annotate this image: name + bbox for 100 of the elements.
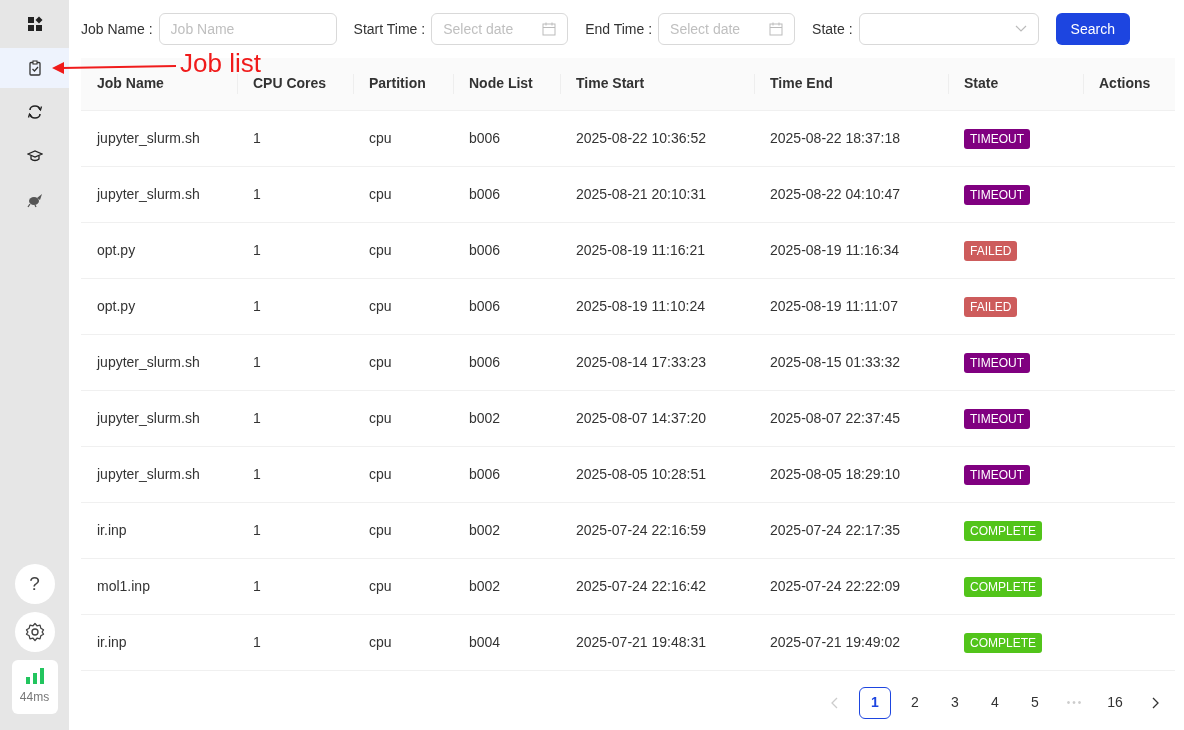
table-cell: b004	[453, 614, 560, 670]
column-header: State	[948, 58, 1083, 110]
table-cell: 2025-07-21 19:48:31	[560, 614, 754, 670]
table-cell: cpu	[353, 446, 453, 502]
column-header: Time End	[754, 58, 948, 110]
annotation-text: Job list	[180, 48, 261, 78]
table-cell: cpu	[353, 614, 453, 670]
table-cell: 2025-08-07 22:37:45	[754, 390, 948, 446]
date-field[interactable]: Select date	[431, 13, 569, 45]
state-tag: TIMEOUT	[964, 464, 1030, 485]
table-cell: mol1.inp	[81, 558, 237, 614]
table-cell: ir.inp	[81, 614, 237, 670]
column-header: Actions	[1083, 58, 1175, 110]
table-cell: jupyter_slurm.sh	[81, 390, 237, 446]
calendar-icon	[769, 22, 784, 36]
pagination-ellipsis: •••	[1065, 696, 1085, 710]
table-cell: 2025-08-19 11:10:24	[560, 278, 754, 334]
filter-label: End Time :	[585, 19, 653, 39]
state-tag: FAILED	[964, 240, 1018, 261]
page-button[interactable]: 3	[939, 686, 971, 719]
table-cell: b002	[453, 390, 560, 446]
help-button[interactable]: ?	[14, 564, 55, 604]
table-cell: 2025-07-24 22:17:35	[754, 502, 948, 558]
search-button[interactable]: Search	[1055, 13, 1130, 45]
table-cell: 2025-08-05 18:29:10	[754, 446, 948, 502]
table-cell: 2025-07-21 19:49:02	[754, 614, 948, 670]
table-cell: 2025-08-19 11:16:21	[560, 222, 754, 278]
table-cell: opt.py	[81, 222, 237, 278]
page-button[interactable]: 2	[899, 686, 931, 719]
table-cell: jupyter_slurm.sh	[81, 446, 237, 502]
date-input[interactable]: Select date	[670, 18, 770, 40]
text-input[interactable]: Job Name	[170, 18, 325, 40]
table-cell: 1	[237, 334, 353, 390]
table-cell: cpu	[353, 166, 453, 222]
table-cell: 2025-08-19 11:11:07	[754, 278, 948, 334]
table-cell: b006	[453, 334, 560, 390]
grid-icon	[26, 16, 43, 32]
table-cell: 1	[237, 446, 353, 502]
table-cell: 1	[237, 502, 353, 558]
table-cell: 2025-08-21 20:10:31	[560, 166, 754, 222]
table-cell: 1	[237, 614, 353, 670]
table-cell: b006	[453, 278, 560, 334]
clipboard-check-icon	[26, 60, 43, 76]
column-header: Partition	[353, 58, 453, 110]
state-tag: TIMEOUT	[964, 184, 1030, 205]
chevron-down-icon	[1014, 25, 1027, 33]
input-field[interactable]: Job Name	[158, 13, 337, 45]
signal-icon	[24, 668, 45, 684]
table-cell: cpu	[353, 110, 453, 166]
state-tag: TIMEOUT	[964, 128, 1030, 149]
bird-icon	[26, 192, 43, 208]
column-header: Time Start	[560, 58, 754, 110]
table-cell: cpu	[353, 502, 453, 558]
table-cell: 2025-08-22 10:36:52	[560, 110, 754, 166]
chevron-left-icon	[831, 696, 839, 709]
table-cell: 2025-07-24 22:22:09	[754, 558, 948, 614]
state-tag: COMPLETE	[964, 576, 1042, 597]
table-cell: ir.inp	[81, 502, 237, 558]
table-cell: 2025-07-24 22:16:42	[560, 558, 754, 614]
column-header: Node List	[453, 58, 560, 110]
table-cell: b006	[453, 110, 560, 166]
table-cell: 1	[237, 166, 353, 222]
table-cell: 1	[237, 278, 353, 334]
settings-button[interactable]	[14, 612, 55, 652]
filter-label: State :	[812, 19, 853, 39]
table-cell: b002	[453, 502, 560, 558]
filter-label: Job Name :	[81, 19, 153, 39]
table-cell: cpu	[353, 390, 453, 446]
gear-icon	[24, 622, 45, 642]
table-cell: b006	[453, 166, 560, 222]
table-cell: b006	[453, 446, 560, 502]
table-cell: 1	[237, 558, 353, 614]
cap-icon	[26, 148, 43, 164]
date-input[interactable]: Select date	[443, 18, 543, 40]
date-field[interactable]: Select date	[658, 13, 796, 45]
page-button[interactable]: 4	[979, 686, 1011, 719]
table-cell: 1	[237, 110, 353, 166]
table-cell: 2025-08-22 04:10:47	[754, 166, 948, 222]
state-tag: COMPLETE	[964, 520, 1042, 541]
table-cell: 2025-08-15 01:33:32	[754, 334, 948, 390]
page-button[interactable]: 1	[859, 686, 891, 719]
table-cell: 1	[237, 222, 353, 278]
calendar-icon	[542, 22, 557, 36]
page-button[interactable]: 16	[1099, 686, 1131, 719]
table-cell: 2025-08-14 17:33:23	[560, 334, 754, 390]
table-cell: cpu	[353, 558, 453, 614]
page-button[interactable]: 5	[1019, 686, 1051, 719]
table-cell: 2025-07-24 22:16:59	[560, 502, 754, 558]
table-cell: jupyter_slurm.sh	[81, 110, 237, 166]
table-cell: b006	[453, 222, 560, 278]
chevron-right-icon	[1151, 696, 1159, 709]
state-tag: TIMEOUT	[964, 352, 1030, 373]
table-cell: b002	[453, 558, 560, 614]
cycle-icon	[26, 104, 43, 120]
table-cell: cpu	[353, 334, 453, 390]
table-cell: 1	[237, 390, 353, 446]
table-cell: 2025-08-22 18:37:18	[754, 110, 948, 166]
filter-label: Start Time :	[353, 19, 426, 39]
table-cell: 2025-08-07 14:37:20	[560, 390, 754, 446]
table-cell: jupyter_slurm.sh	[81, 166, 237, 222]
